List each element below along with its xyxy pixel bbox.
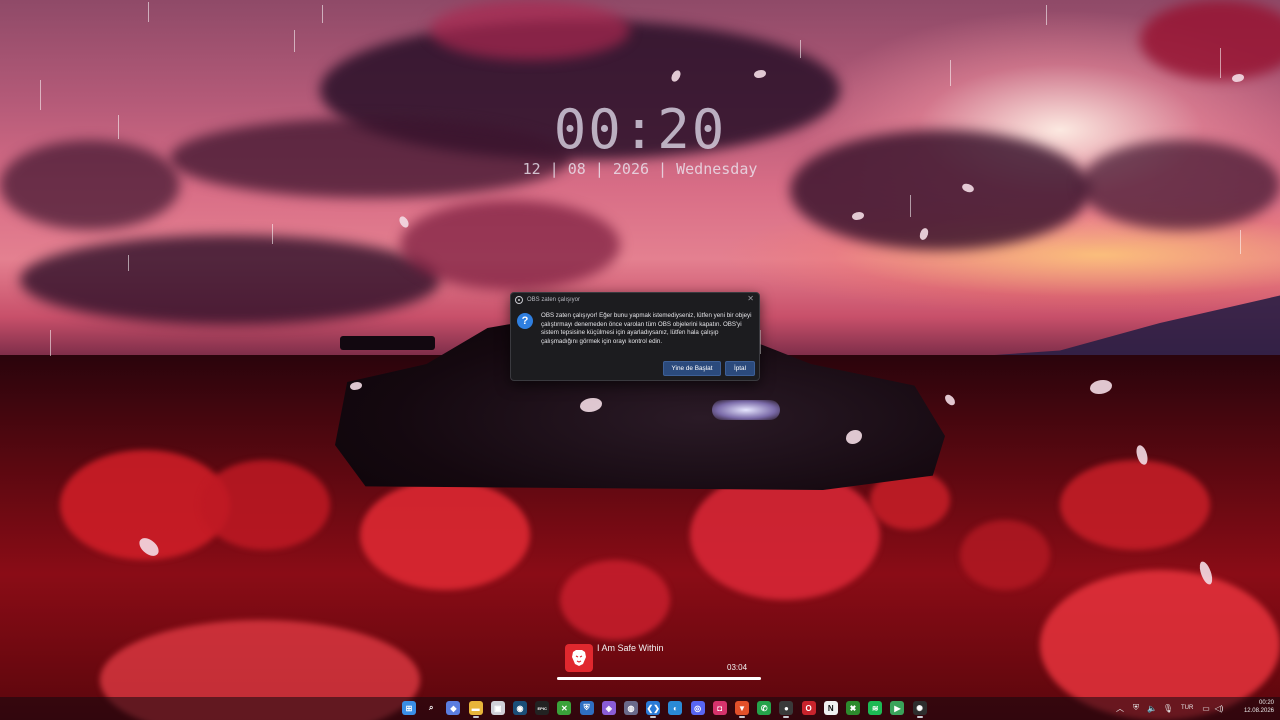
taskbar-time: 00:20 bbox=[1258, 700, 1274, 706]
wallpaper-cloud bbox=[790, 130, 1090, 250]
rain-streak bbox=[272, 224, 273, 244]
xbox-app-icon[interactable]: ✖ bbox=[846, 701, 860, 715]
wallpaper-flower bbox=[960, 520, 1050, 590]
github-desktop-icon[interactable]: ◍ bbox=[624, 701, 638, 715]
question-icon: ? bbox=[517, 313, 533, 329]
wallpaper-cloud bbox=[1140, 0, 1280, 80]
media-player-icon[interactable]: ▶ bbox=[890, 701, 905, 715]
wallpaper-flower bbox=[560, 560, 670, 640]
rain-streak bbox=[910, 195, 911, 217]
running-indicator bbox=[916, 716, 923, 718]
defender-icon[interactable]: ⛨ bbox=[579, 701, 594, 715]
dialog-message: OBS zaten çalışıyor! Eğer bunu yapmak is… bbox=[541, 312, 752, 345]
visual-studio-icon[interactable]: ◈ bbox=[601, 701, 616, 715]
brave-icon[interactable]: ▼ bbox=[735, 701, 749, 715]
speaker-icon[interactable]: ◁) bbox=[1213, 702, 1225, 714]
chevron-up-icon[interactable]: ︿ bbox=[1114, 702, 1126, 714]
rain-streak bbox=[148, 2, 149, 22]
dialog-title: OBS zaten çalışıyor bbox=[527, 296, 581, 303]
vscode-icon[interactable]: ❮❯ bbox=[646, 701, 661, 715]
start-icon[interactable]: ⊞ bbox=[402, 701, 416, 715]
language-indicator[interactable]: TUR bbox=[1181, 705, 1193, 711]
desktop-clock-time: 00:20 bbox=[553, 98, 727, 161]
wallpaper-cloud bbox=[400, 200, 620, 290]
wallpaper-flower bbox=[1060, 460, 1210, 550]
cancel-button[interactable]: İptal bbox=[725, 361, 755, 376]
desktop-clock-date: 12 | 08 | 2026 | Wednesday bbox=[522, 160, 758, 178]
running-indicator bbox=[472, 716, 479, 718]
wallpaper-car-spoiler bbox=[340, 336, 435, 350]
steam-icon[interactable]: ◉ bbox=[513, 701, 527, 715]
defender-tray-icon[interactable]: ⛨ bbox=[1130, 702, 1142, 714]
xbox-icon[interactable]: ✕ bbox=[557, 701, 572, 715]
edge-icon[interactable]: ◐ bbox=[668, 701, 683, 715]
volume-tray-icon[interactable]: 🔈 bbox=[1146, 702, 1158, 714]
wallpaper-cloud bbox=[430, 0, 630, 60]
running-indicator bbox=[650, 716, 657, 718]
rain-streak bbox=[1240, 230, 1241, 254]
launch-anyway-button[interactable]: Yine de Başlat bbox=[663, 361, 721, 376]
obs-already-running-dialog: OBS zaten çalışıyor ✕ ? OBS zaten çalışı… bbox=[510, 292, 760, 381]
epic-games-icon[interactable]: EPIC bbox=[535, 701, 550, 715]
brave-lion-icon bbox=[572, 650, 586, 666]
wallpaper-flower bbox=[200, 460, 330, 550]
dialog-titlebar: OBS zaten çalışıyor bbox=[511, 293, 759, 306]
whatsapp-icon[interactable]: ✆ bbox=[757, 701, 772, 715]
media-track-time: 03:04 bbox=[727, 663, 748, 672]
rain-streak bbox=[128, 255, 129, 271]
spotify-icon[interactable]: ≋ bbox=[868, 701, 883, 715]
obs-logo-icon bbox=[515, 295, 523, 304]
rain-streak bbox=[1220, 48, 1221, 78]
discord-icon[interactable]: ◎ bbox=[690, 701, 705, 715]
wallpaper-cloud bbox=[0, 140, 180, 230]
taskbar-clock[interactable]: 00:20 12.08.2026 bbox=[1228, 699, 1274, 715]
rain-streak bbox=[760, 330, 761, 354]
rain-streak bbox=[950, 60, 951, 86]
running-indicator bbox=[783, 716, 790, 718]
media-track-title: I Am Safe Within bbox=[597, 643, 664, 653]
taskbar-date: 12.08.2026 bbox=[1243, 708, 1274, 714]
store-icon[interactable]: ▣ bbox=[490, 701, 505, 715]
copilot-icon[interactable]: ◆ bbox=[446, 701, 461, 715]
wallpaper-cloud bbox=[1080, 140, 1280, 230]
chatgpt-icon[interactable]: ✺ bbox=[912, 701, 927, 715]
opera-icon[interactable]: O bbox=[801, 701, 816, 715]
rain-streak bbox=[1046, 5, 1047, 25]
media-progress-bar[interactable] bbox=[557, 677, 761, 680]
rain-streak bbox=[294, 30, 295, 52]
rain-streak bbox=[800, 40, 801, 58]
falling-petal bbox=[1232, 74, 1244, 82]
file-explorer-icon[interactable]: ▬ bbox=[468, 701, 483, 715]
wallpaper-cloud bbox=[20, 235, 440, 325]
network-icon[interactable]: ▭ bbox=[1200, 702, 1212, 714]
taskbar bbox=[0, 697, 1280, 720]
instagram-icon[interactable]: ◘ bbox=[712, 701, 727, 715]
wallpaper-flower bbox=[360, 480, 530, 590]
rain-streak bbox=[40, 80, 41, 110]
close-icon[interactable]: ✕ bbox=[747, 294, 754, 303]
media-progress-fill bbox=[557, 677, 761, 680]
rain-streak bbox=[50, 330, 51, 356]
running-indicator bbox=[739, 716, 745, 718]
rain-streak bbox=[118, 115, 119, 139]
search-icon[interactable]: ⌕ bbox=[424, 701, 438, 715]
obs-icon[interactable]: ● bbox=[779, 701, 794, 715]
notion-icon[interactable]: N bbox=[823, 701, 838, 715]
media-album-art[interactable] bbox=[565, 644, 593, 672]
microphone-icon[interactable]: 🎙 bbox=[1162, 702, 1174, 714]
wallpaper-car-headlight bbox=[712, 400, 780, 420]
rain-streak bbox=[322, 5, 323, 23]
